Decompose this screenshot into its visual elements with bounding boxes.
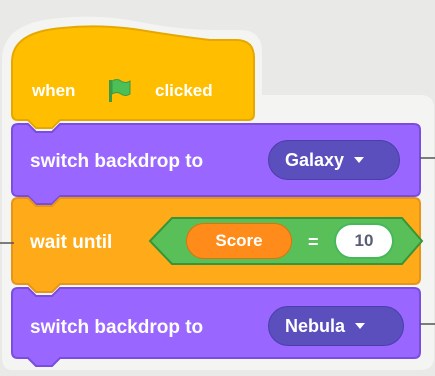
- compare-value-input[interactable]: 10: [334, 223, 394, 259]
- hat-block-prefix-label: when: [32, 81, 76, 100]
- hat-block-shape[interactable]: [11, 25, 255, 129]
- green-flag-icon[interactable]: [104, 76, 132, 104]
- compare-value-text: 10: [354, 231, 374, 250]
- hat-block-suffix-label: clicked: [155, 81, 213, 100]
- backdrop-dropdown-1-value: Galaxy: [285, 149, 345, 170]
- score-variable-reporter[interactable]: Score: [186, 223, 292, 259]
- scratch-code-area: when clicked switch backdrop to Galaxy w…: [0, 0, 435, 376]
- chevron-down-icon: [355, 323, 366, 329]
- switch-backdrop-label-1: switch backdrop to: [30, 151, 204, 172]
- wait-until-label: wait until: [30, 232, 113, 253]
- backdrop-dropdown-1[interactable]: Galaxy: [268, 140, 400, 180]
- chevron-down-icon: [354, 157, 365, 163]
- backdrop-dropdown-2-value: Nebula: [285, 315, 346, 336]
- backdrop-dropdown-2[interactable]: Nebula: [268, 306, 404, 346]
- equals-operator-symbol: =: [308, 232, 319, 252]
- score-variable-label: Score: [215, 231, 263, 250]
- switch-backdrop-label-2: switch backdrop to: [30, 317, 204, 338]
